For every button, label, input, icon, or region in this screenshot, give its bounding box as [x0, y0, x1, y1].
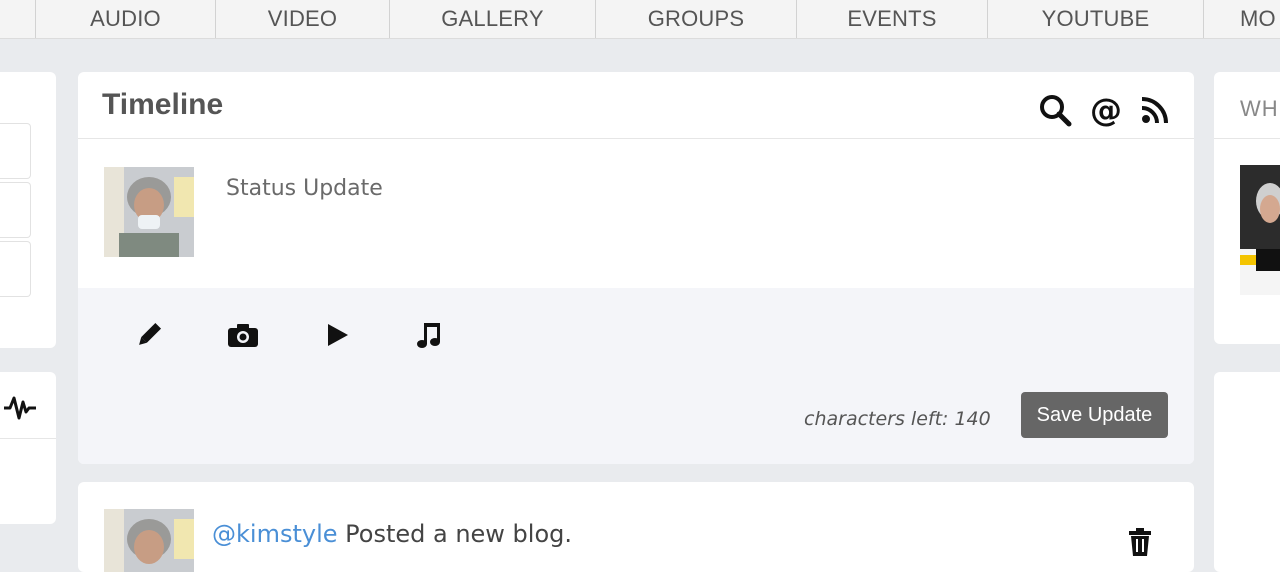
nav-divider: [1203, 0, 1204, 38]
timeline-title: Timeline: [102, 88, 224, 121]
trash-icon[interactable]: [1128, 528, 1152, 561]
nav-item-video[interactable]: VIDEO: [216, 0, 389, 38]
timeline-post: @kimstyle Posted a new blog.: [78, 482, 1194, 572]
svg-text:@: @: [1090, 92, 1122, 128]
save-update-button[interactable]: Save Update: [1021, 392, 1168, 438]
timeline-panel: Timeline @ Status Update characters left…: [78, 72, 1194, 464]
nav-item-audio[interactable]: AUDIO: [36, 0, 215, 38]
sidebar-field[interactable]: [0, 182, 31, 238]
at-icon[interactable]: @: [1088, 91, 1124, 133]
rss-icon[interactable]: [1140, 95, 1170, 130]
composer-toolbar: characters left: 140 Save Update: [78, 288, 1194, 464]
panel-divider: [0, 438, 56, 439]
nav-item-gallery[interactable]: GALLERY: [390, 0, 595, 38]
status-composer: [78, 139, 1194, 287]
left-sidebar-panel: [0, 72, 56, 348]
search-icon[interactable]: [1038, 93, 1072, 132]
play-icon[interactable]: [320, 318, 354, 352]
timeline-actions: @: [1038, 91, 1170, 133]
timeline-header: Timeline @: [78, 72, 1194, 139]
activity-pulse-icon: [2, 394, 38, 427]
sidebar-field[interactable]: [0, 241, 31, 297]
camera-icon[interactable]: [226, 318, 260, 352]
post-action: Posted a new blog.: [345, 520, 573, 548]
nav-item-youtube[interactable]: YOUTUBE: [988, 0, 1203, 38]
music-note-icon[interactable]: [413, 318, 447, 352]
characters-left-label: characters left: 140: [804, 408, 991, 430]
top-nav: AUDIO VIDEO GALLERY GROUPS EVENTS YOUTUB…: [0, 0, 1280, 39]
status-update-input[interactable]: [224, 172, 1168, 204]
right-sidebar-panel: WH: [1214, 72, 1280, 344]
nav-item-more[interactable]: MO: [1240, 0, 1280, 38]
video-thumbnail[interactable]: [1240, 165, 1280, 295]
left-activity-panel: [0, 372, 56, 524]
avatar: [104, 509, 194, 572]
right-panel-heading: WH: [1240, 96, 1279, 121]
sidebar-field[interactable]: [0, 123, 31, 179]
panel-divider: [1214, 138, 1280, 139]
avatar: [104, 167, 194, 257]
nav-item-groups[interactable]: GROUPS: [596, 0, 796, 38]
right-secondary-panel: [1214, 372, 1280, 572]
pencil-icon[interactable]: [132, 318, 166, 352]
post-text: @kimstyle Posted a new blog.: [212, 520, 572, 548]
post-username-link[interactable]: @kimstyle: [212, 520, 338, 548]
nav-item-events[interactable]: EVENTS: [797, 0, 987, 38]
